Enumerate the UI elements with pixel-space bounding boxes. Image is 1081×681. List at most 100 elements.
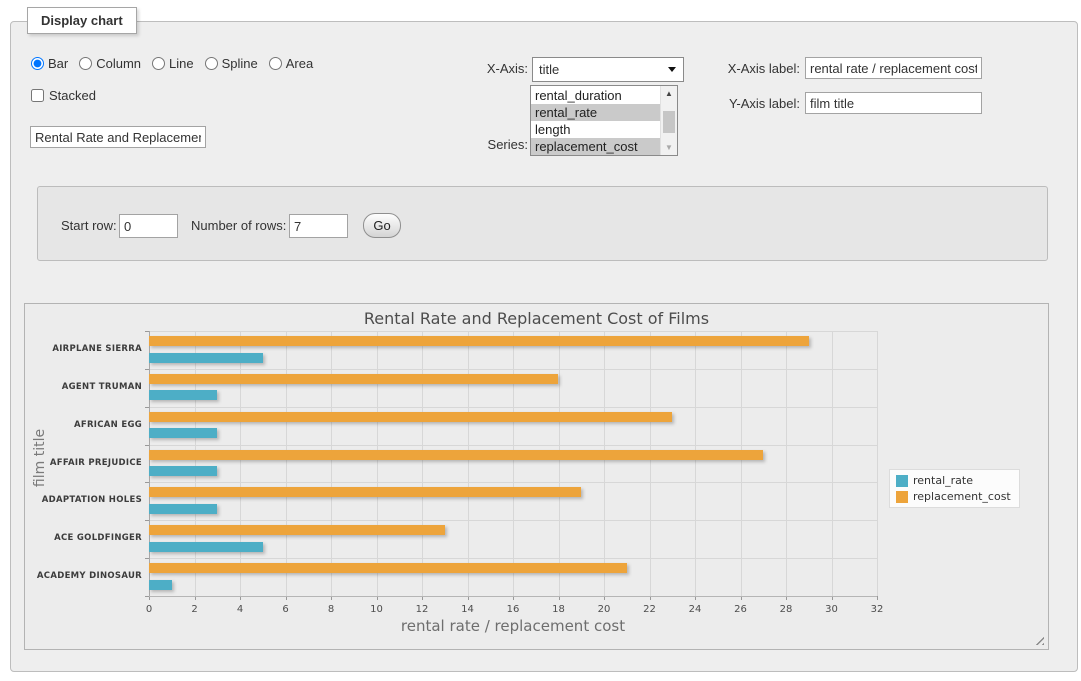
legend-swatch-rental_rate (896, 475, 908, 487)
x-tick-label: 30 (825, 604, 838, 615)
chart-type-line[interactable]: Line (152, 56, 194, 71)
x-tick-label: 8 (328, 604, 334, 615)
start-row-input[interactable] (119, 214, 178, 238)
x-tick-label: 2 (191, 604, 197, 615)
x-axis-label-caption: X-Axis label: (712, 61, 800, 76)
chart-type-radio-bar[interactable] (31, 57, 44, 70)
category-label: AIRPLANE SIERRA (52, 344, 142, 354)
scroll-up-icon[interactable]: ▲ (661, 86, 677, 101)
x-axis-line (149, 596, 877, 597)
chart-type-label-line: Line (169, 56, 194, 71)
x-tick-label: 6 (282, 604, 288, 615)
chart-panel: Rental Rate and Replacement Cost of Film… (24, 303, 1049, 650)
chart-type-column[interactable]: Column (79, 56, 141, 71)
bar-rental_rate-agent-truman (149, 390, 217, 400)
chart-x-axis-title: rental rate / replacement cost (401, 617, 625, 635)
gridline-v (331, 331, 332, 596)
rows-panel: Start row: Number of rows: Go (37, 186, 1048, 261)
x-axis-select[interactable]: title (532, 57, 684, 82)
gridline-v (195, 331, 196, 596)
scrollbar-thumb[interactable] (663, 111, 675, 133)
bar-rental_rate-affair-prejudice (149, 466, 217, 476)
chart-y-axis-title: film title (32, 429, 48, 487)
category-label: AFRICAN EGG (74, 420, 142, 430)
chart-type-label-area: Area (286, 56, 313, 71)
y-axis-label-input[interactable] (805, 92, 982, 114)
chart-type-radio-column[interactable] (79, 57, 92, 70)
chart-type-radio-line[interactable] (152, 57, 165, 70)
chart-legend: rental_rate replacement_cost (889, 469, 1020, 508)
bar-rental_rate-airplane-sierra (149, 353, 263, 363)
series-label: Series: (456, 137, 528, 152)
y-axis-line (149, 331, 150, 596)
series-option-replacement_cost[interactable]: replacement_cost (531, 138, 660, 155)
x-tick-label: 4 (237, 604, 243, 615)
bar-rental_rate-academy-dinosaur (149, 580, 172, 590)
start-row-label: Start row: (61, 218, 117, 233)
x-tick-label: 18 (552, 604, 565, 615)
num-rows-input[interactable] (289, 214, 348, 238)
series-option-length[interactable]: length (531, 121, 660, 138)
chart-type-radio-spline[interactable] (205, 57, 218, 70)
x-axis-selected-value: title (539, 62, 559, 77)
num-rows-label: Number of rows: (191, 218, 286, 233)
gridline-v (468, 331, 469, 596)
chart-type-label-bar: Bar (48, 56, 68, 71)
bar-replacement_cost-agent-truman (149, 374, 558, 384)
fieldset-legend: Display chart (27, 7, 137, 34)
series-listbox[interactable]: rental_durationrental_ratelengthreplacem… (530, 85, 678, 156)
chart-type-spline[interactable]: Spline (205, 56, 258, 71)
gridline-v (377, 331, 378, 596)
bar-replacement_cost-airplane-sierra (149, 336, 809, 346)
chart-type-radio-area[interactable] (269, 57, 282, 70)
scroll-down-icon[interactable]: ▼ (661, 140, 677, 155)
gridline-v (286, 331, 287, 596)
x-tick-label: 12 (416, 604, 429, 615)
series-scrollbar[interactable]: ▲ ▼ (660, 86, 677, 155)
x-axis-tick (877, 596, 878, 600)
category-label: ACADEMY DINOSAUR (37, 571, 142, 581)
x-tick-label: 0 (146, 604, 152, 615)
series-option-rental_duration[interactable]: rental_duration (531, 87, 660, 104)
x-tick-label: 24 (689, 604, 702, 615)
legend-item-replacement_cost[interactable]: replacement_cost (896, 490, 1011, 503)
category-label: ADAPTATION HOLES (42, 495, 142, 505)
bar-replacement_cost-african-egg (149, 412, 672, 422)
x-tick-label: 16 (507, 604, 520, 615)
legend-item-rental_rate[interactable]: rental_rate (896, 474, 1011, 487)
bar-rental_rate-ace-goldfinger (149, 542, 263, 552)
gridline-v (877, 331, 878, 596)
go-button[interactable]: Go (363, 213, 401, 238)
legend-label-replacement_cost: replacement_cost (913, 490, 1011, 503)
gridline-v (422, 331, 423, 596)
gridline-v (513, 331, 514, 596)
category-label: AFFAIR PREJUDICE (50, 458, 142, 468)
chart-type-bar[interactable]: Bar (31, 56, 68, 71)
stacked-checkbox[interactable] (31, 89, 44, 102)
category-label: ACE GOLDFINGER (54, 533, 142, 543)
series-option-rental_rate[interactable]: rental_rate (531, 104, 660, 121)
bar-rental_rate-african-egg (149, 428, 217, 438)
chart-type-area[interactable]: Area (269, 56, 313, 71)
chart-type-radios: Bar Column Line Spline Area (31, 56, 313, 71)
gridline-v (604, 331, 605, 596)
bar-replacement_cost-ace-goldfinger (149, 525, 445, 535)
gridline-v (650, 331, 651, 596)
bar-replacement_cost-adaptation-holes (149, 487, 581, 497)
chart-type-label-spline: Spline (222, 56, 258, 71)
x-axis-label-input[interactable] (805, 57, 982, 79)
gridline-v (559, 331, 560, 596)
display-chart-page: Display chart Bar Column Line Spline Area St… (0, 0, 1081, 681)
x-tick-label: 28 (780, 604, 793, 615)
legend-label-rental_rate: rental_rate (913, 474, 973, 487)
x-tick-label: 14 (461, 604, 474, 615)
legend-swatch-replacement_cost (896, 491, 908, 503)
gridline-v (786, 331, 787, 596)
chart-title-input[interactable] (30, 126, 206, 148)
gridline-v (832, 331, 833, 596)
resize-handle-icon[interactable] (1033, 634, 1044, 645)
series-options: rental_durationrental_ratelengthreplacem… (531, 87, 660, 155)
bar-replacement_cost-affair-prejudice (149, 450, 763, 460)
chevron-down-icon (668, 67, 676, 72)
stacked-checkbox-row[interactable]: Stacked (31, 88, 96, 103)
